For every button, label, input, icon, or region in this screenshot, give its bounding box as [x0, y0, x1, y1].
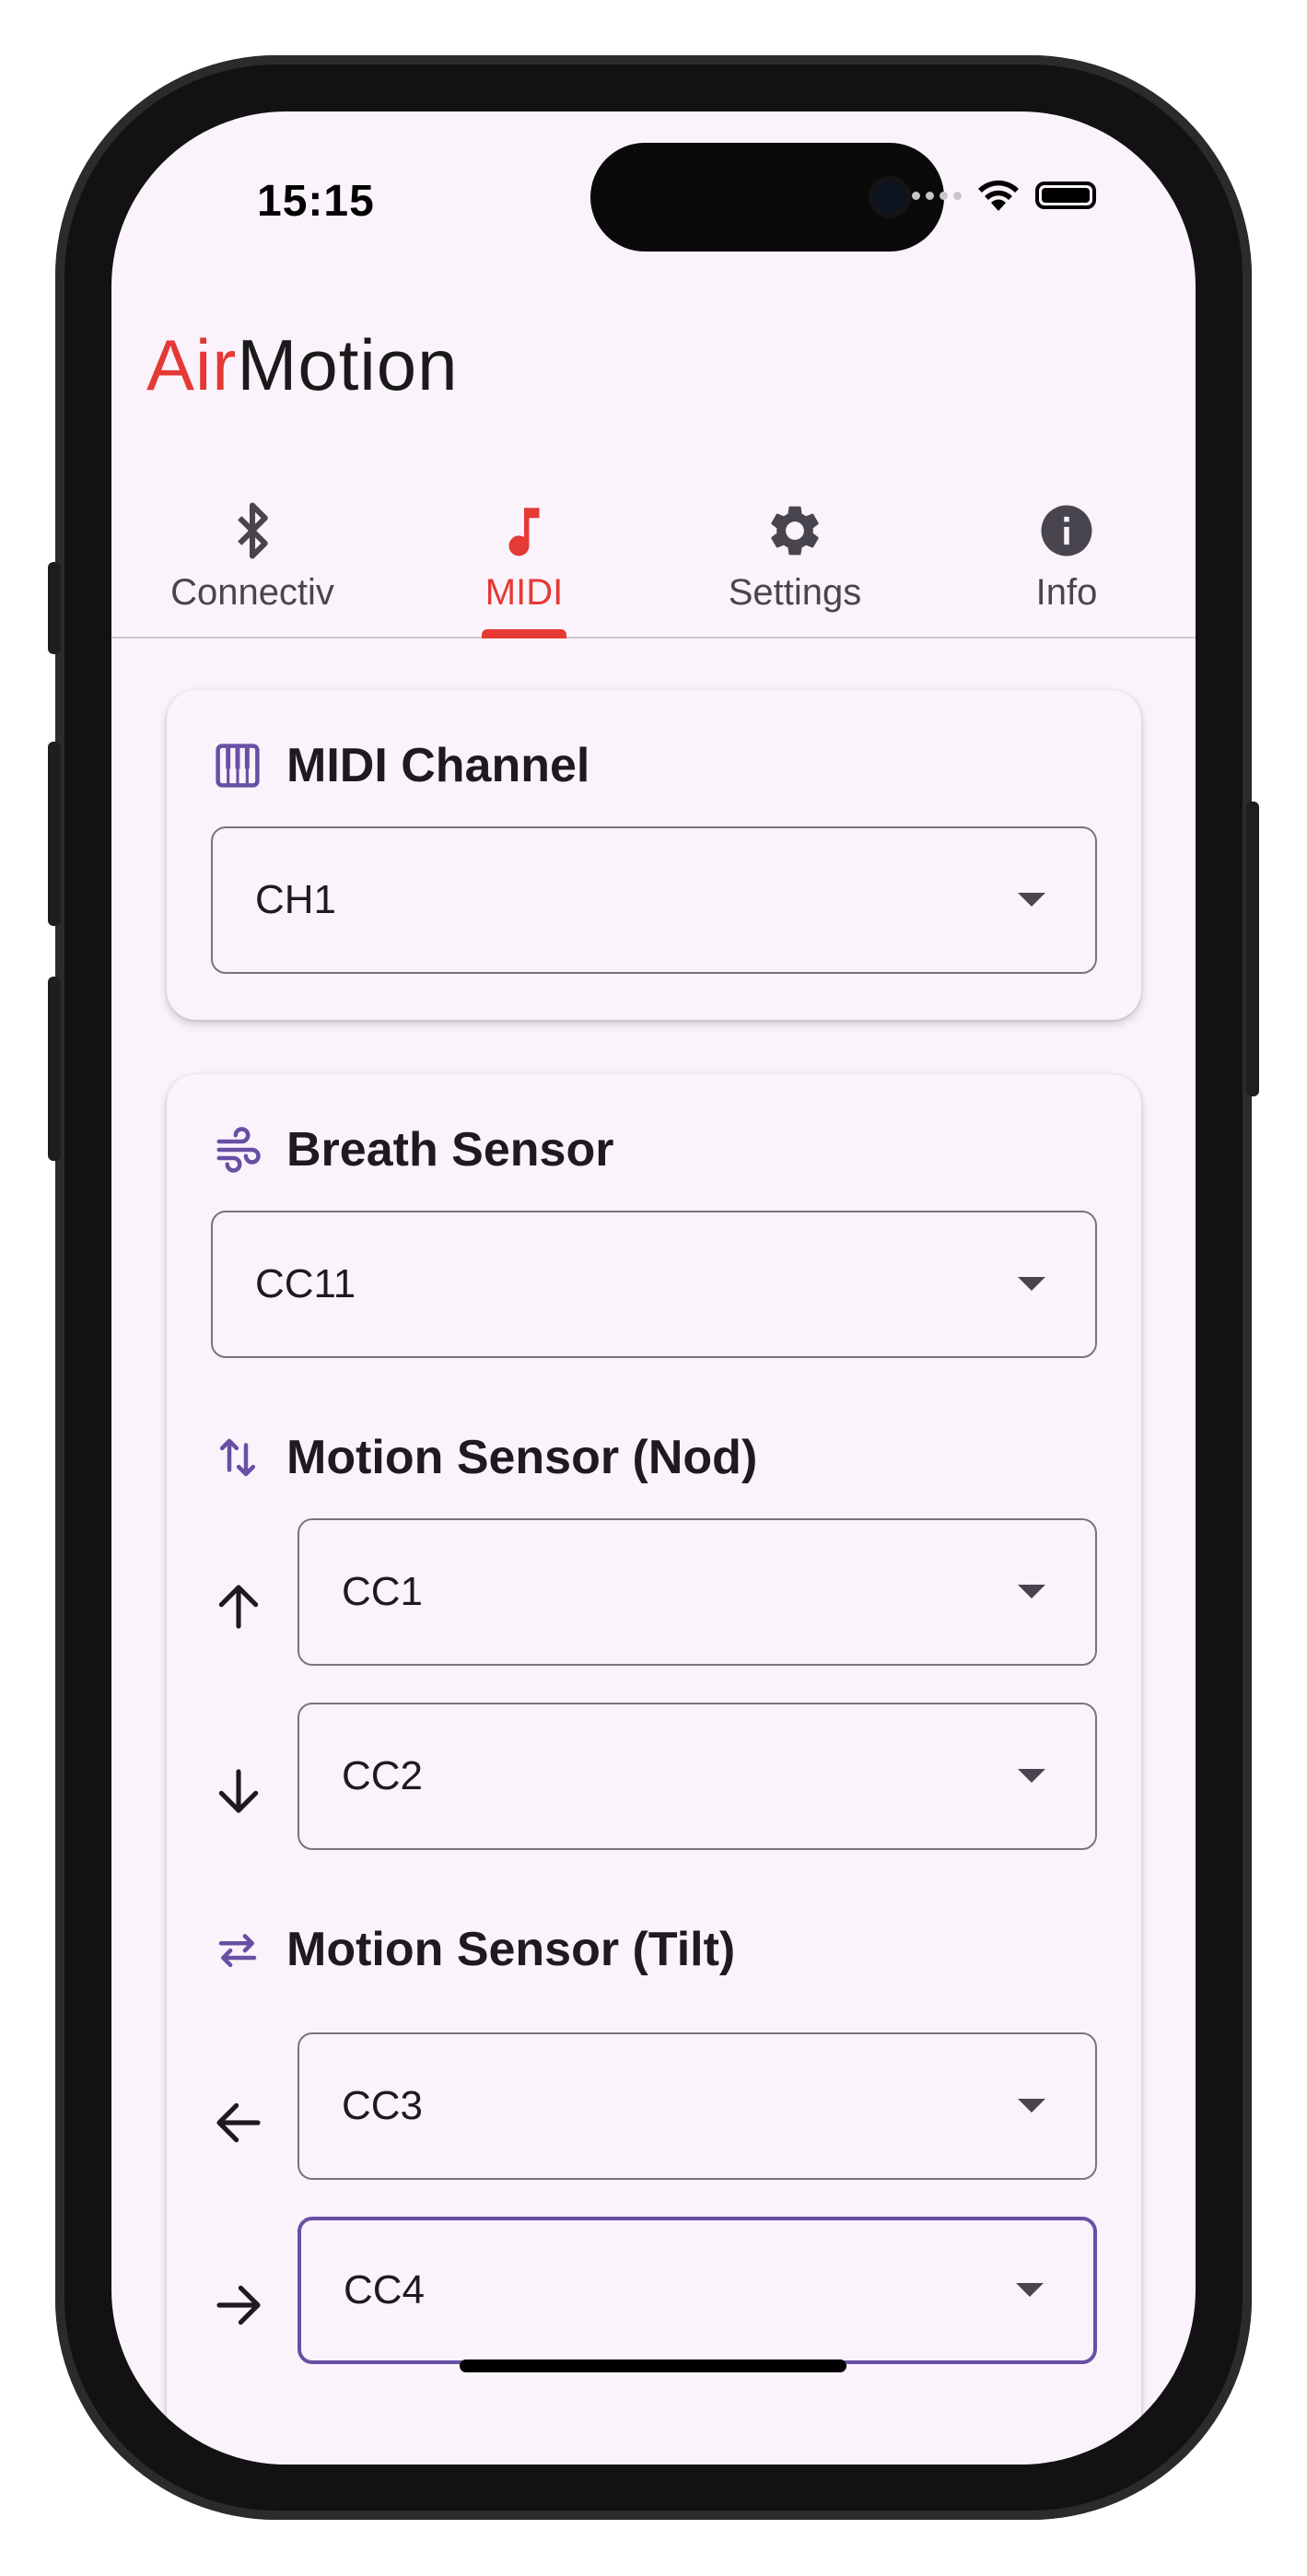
- midi-channel-value: CH1: [255, 877, 337, 922]
- breath-sensor-header: Breath Sensor: [213, 1122, 613, 1177]
- tab-settings[interactable]: Settings: [689, 462, 901, 637]
- midi-channel-card: MIDI Channel CH1: [167, 690, 1141, 1020]
- tab-label: Info: [1035, 572, 1098, 613]
- arrow-down-icon: [218, 1769, 259, 1813]
- chevron-down-icon: [1018, 1585, 1045, 1598]
- motion-tilt-header: Motion Sensor (Tilt): [213, 1922, 735, 1977]
- tab-label: Settings: [728, 572, 862, 613]
- cellular-signal-icon: [912, 191, 962, 200]
- status-icons: [912, 178, 1096, 213]
- midi-channel-select[interactable]: CH1: [211, 826, 1097, 974]
- nod-up-value: CC1: [342, 1569, 424, 1614]
- app-screen: 15:15 AirMotion Connectiv MIDI Settings …: [111, 111, 1196, 2465]
- arrow-right-icon: [216, 2285, 261, 2325]
- tab-bar: Connectiv MIDI Settings Info: [111, 462, 1196, 638]
- midi-channel-header: MIDI Channel: [213, 738, 589, 793]
- active-tab-indicator: [482, 629, 566, 638]
- nod-down-select[interactable]: CC2: [298, 1703, 1097, 1850]
- chevron-down-icon: [1016, 2283, 1044, 2297]
- music-note-icon: [508, 508, 540, 556]
- tilt-left-value: CC3: [342, 2083, 424, 2128]
- tab-label: MIDI: [484, 572, 564, 613]
- swap-vertical-icon: [219, 1438, 256, 1477]
- tilt-right-value: CC4: [344, 2267, 426, 2313]
- logo-motion: Motion: [237, 324, 459, 405]
- tilt-right-select[interactable]: CC4: [298, 2217, 1097, 2364]
- chevron-down-icon: [1018, 893, 1045, 907]
- breath-sensor-title: Breath Sensor: [286, 1123, 614, 1177]
- battery-icon: [1035, 181, 1096, 209]
- app-logo: AirMotion: [146, 323, 458, 407]
- tab-connectivity[interactable]: Connectiv: [146, 462, 358, 637]
- volume-up-button: [48, 742, 61, 926]
- wifi-icon: [978, 180, 1019, 211]
- volume-down-button: [48, 977, 61, 1161]
- gear-icon: [771, 506, 819, 556]
- camera: [869, 176, 911, 218]
- tab-info[interactable]: Info: [961, 462, 1173, 637]
- action-button: [48, 562, 61, 654]
- motion-nod-title: Motion Sensor (Nod): [286, 1431, 758, 1484]
- piano-icon: [216, 744, 260, 788]
- sensors-card: Breath Sensor CC11 Motion Sensor (Nod) C…: [167, 1074, 1141, 2465]
- status-time: 15:15: [257, 177, 375, 226]
- chevron-down-icon: [1018, 1277, 1045, 1291]
- arrow-up-icon: [218, 1585, 259, 1629]
- arrow-left-icon: [216, 2102, 261, 2143]
- chevron-down-icon: [1018, 1769, 1045, 1783]
- dynamic-island: [590, 143, 944, 252]
- info-icon: [1041, 505, 1092, 556]
- midi-channel-title: MIDI Channel: [286, 739, 590, 792]
- chevron-down-icon: [1018, 2099, 1045, 2113]
- logo-air: Air: [146, 324, 238, 405]
- nod-up-select[interactable]: CC1: [298, 1518, 1097, 1666]
- motion-tilt-title: Motion Sensor (Tilt): [286, 1923, 736, 1976]
- tab-label: Connectiv: [170, 572, 334, 613]
- home-indicator[interactable]: [460, 2359, 846, 2372]
- tilt-left-select[interactable]: CC3: [298, 2032, 1097, 2180]
- tab-midi[interactable]: MIDI: [418, 462, 630, 638]
- air-icon: [216, 1127, 261, 1173]
- motion-nod-header: Motion Sensor (Nod): [213, 1430, 757, 1485]
- power-button: [1246, 802, 1259, 1096]
- nod-down-value: CC2: [342, 1753, 424, 1798]
- bluetooth-icon: [238, 502, 268, 559]
- breath-sensor-value: CC11: [255, 1261, 356, 1306]
- swap-horizontal-icon: [218, 1934, 257, 1968]
- breath-sensor-select[interactable]: CC11: [211, 1211, 1097, 1358]
